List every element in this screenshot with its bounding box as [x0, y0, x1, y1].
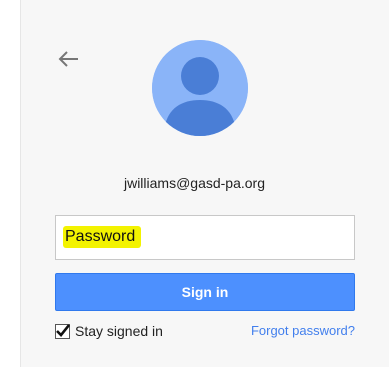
- back-arrow-icon[interactable]: [58, 50, 80, 68]
- stay-signed-in-label: Stay signed in: [75, 323, 163, 339]
- avatar: [152, 40, 248, 136]
- sign-in-button[interactable]: Sign in: [55, 273, 355, 311]
- default-avatar-icon: [152, 40, 248, 136]
- account-email: jwilliams@gasd-pa.org: [123, 175, 266, 191]
- password-placeholder: Password: [63, 226, 142, 248]
- checkmark-icon: [56, 323, 70, 337]
- stay-signed-in-checkbox[interactable]: [55, 323, 70, 339]
- stay-signed-in-option[interactable]: Stay signed in: [55, 322, 163, 340]
- forgot-password-link[interactable]: Forgot password?: [251, 323, 355, 338]
- password-field[interactable]: Password: [55, 215, 355, 260]
